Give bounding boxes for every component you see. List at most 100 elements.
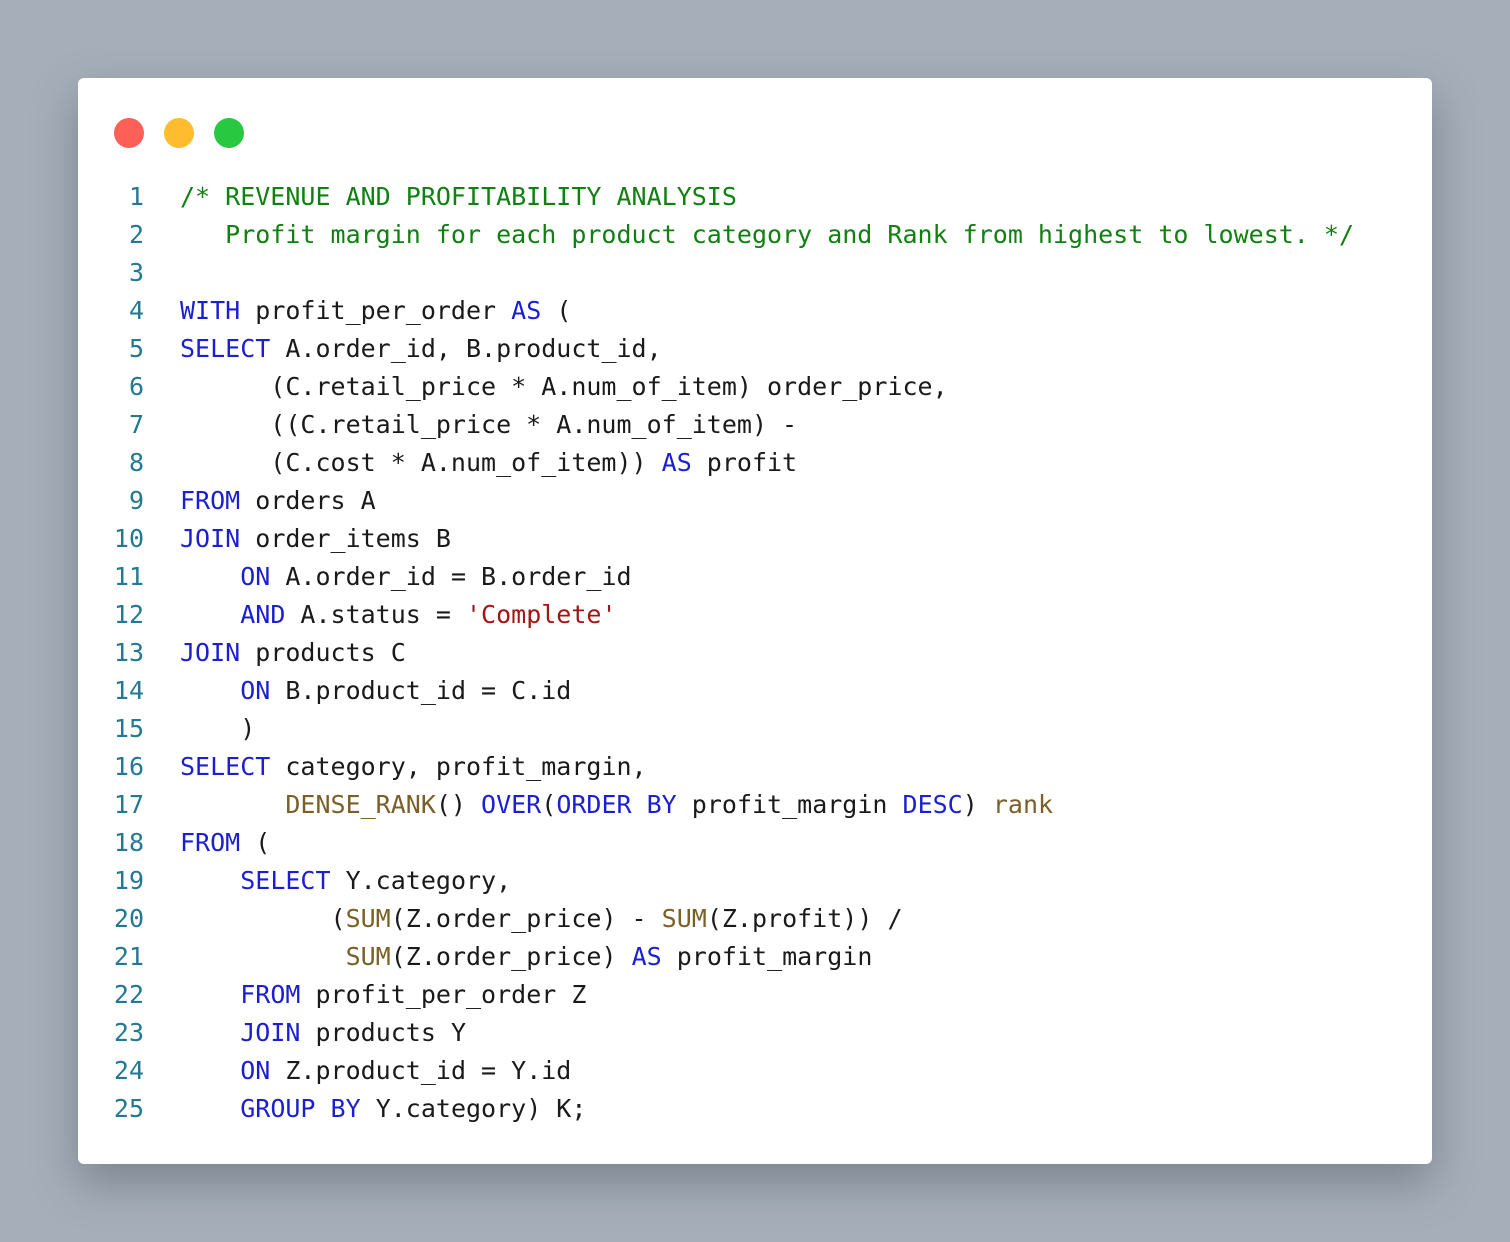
- line-number: 11: [113, 562, 144, 591]
- line-number: 14: [113, 676, 144, 705]
- code-token: AS: [631, 942, 662, 971]
- code-text: ON A.order_id = B.order_id: [180, 558, 632, 596]
- code-token: ON: [240, 1056, 271, 1085]
- code-token: FROM: [180, 486, 241, 515]
- code-text: JOIN order_items B: [180, 520, 451, 558]
- code-token: SELECT: [180, 752, 271, 781]
- line-number: 15: [113, 714, 144, 743]
- code-text: FROM profit_per_order Z: [180, 976, 586, 1014]
- code-token: orders A: [240, 486, 376, 515]
- code-token: (): [435, 790, 482, 819]
- code-token: Profit margin for each product category …: [180, 220, 1354, 249]
- code-token: (: [541, 790, 557, 819]
- code-token: SELECT: [240, 866, 331, 895]
- code-text: ((C.retail_price * A.num_of_item) -: [180, 406, 797, 444]
- line-number: 21: [113, 942, 144, 971]
- code-text: AND A.status = 'Complete': [180, 596, 616, 634]
- line-number: 18: [113, 828, 144, 857]
- code-token: rank: [992, 790, 1054, 819]
- line-number: 16: [113, 752, 144, 781]
- code-token: ((C.retail_price * A.num_of_item) -: [180, 410, 798, 439]
- code-token: B.product_id = C.id: [270, 676, 572, 705]
- code-token: (Z.order_price): [390, 942, 632, 971]
- code-token: GROUP BY: [240, 1094, 361, 1123]
- code-token: (Z.order_price) -: [390, 904, 662, 933]
- code-line: 16 SELECT category, profit_margin,: [78, 748, 1432, 786]
- code-token: profit: [691, 448, 798, 477]
- line-number: 4: [128, 296, 144, 325]
- code-token: SUM: [345, 904, 391, 933]
- code-line: 8 (C.cost * A.num_of_item)) AS profit: [78, 444, 1432, 482]
- code-token: category, profit_margin,: [270, 752, 647, 781]
- minimize-button[interactable]: [164, 118, 194, 148]
- code-line: 4 WITH profit_per_order AS (: [78, 292, 1432, 330]
- code-token: JOIN: [180, 638, 241, 667]
- code-token: /* REVENUE AND PROFITABILITY ANALYSIS: [180, 182, 737, 211]
- code-token: AND: [240, 600, 286, 629]
- code-line: 19 SELECT Y.category,: [78, 862, 1432, 900]
- code-token: SUM: [345, 942, 391, 971]
- code-line: 18 FROM (: [78, 824, 1432, 862]
- code-token: A.status =: [285, 600, 466, 629]
- code-text: GROUP BY Y.category) K;: [180, 1090, 586, 1128]
- code-line: 20 (SUM(Z.order_price) - SUM(Z.profit)) …: [78, 900, 1432, 938]
- code-token: JOIN: [240, 1018, 301, 1047]
- code-text: FROM orders A: [180, 482, 376, 520]
- code-line: 22 FROM profit_per_order Z: [78, 976, 1432, 1014]
- code-line: 1 /* REVENUE AND PROFITABILITY ANALYSIS: [78, 178, 1432, 216]
- line-number: 22: [113, 980, 144, 1009]
- code-token: SELECT: [180, 334, 271, 363]
- code-token: Y.category,: [330, 866, 512, 895]
- code-token: (: [541, 296, 572, 325]
- code-line: 11 ON A.order_id = B.order_id: [78, 558, 1432, 596]
- code-token: profit_margin: [661, 942, 873, 971]
- code-token: FROM: [240, 980, 301, 1009]
- code-text: ON Z.product_id = Y.id: [180, 1052, 571, 1090]
- line-number: 2: [128, 220, 144, 249]
- code-line: 12 AND A.status = 'Complete': [78, 596, 1432, 634]
- line-number: 1: [128, 182, 144, 211]
- code-text: FROM (: [180, 824, 270, 862]
- code-line: 5 SELECT A.order_id, B.product_id,: [78, 330, 1432, 368]
- code-text: JOIN products Y: [180, 1014, 466, 1052]
- window-controls: [114, 118, 244, 148]
- code-line: 7 ((C.retail_price * A.num_of_item) -: [78, 406, 1432, 444]
- code-token: profit_per_order: [240, 296, 512, 325]
- code-token: AS: [511, 296, 542, 325]
- line-number: 19: [113, 866, 144, 895]
- code-token: SUM: [661, 904, 707, 933]
- line-number: 5: [128, 334, 144, 363]
- code-token: ): [962, 790, 993, 819]
- line-number: 8: [128, 448, 144, 477]
- line-number: 6: [128, 372, 144, 401]
- code-token: ): [180, 714, 256, 743]
- code-token: OVER: [481, 790, 542, 819]
- line-number: 7: [128, 410, 144, 439]
- code-text: /* REVENUE AND PROFITABILITY ANALYSIS: [180, 178, 737, 216]
- code-line: 9 FROM orders A: [78, 482, 1432, 520]
- zoom-button[interactable]: [214, 118, 244, 148]
- code-window: 1 /* REVENUE AND PROFITABILITY ANALYSIS 2 …: [78, 78, 1432, 1164]
- line-number: 20: [113, 904, 144, 933]
- code-token: DENSE_RANK: [285, 790, 436, 819]
- close-button[interactable]: [114, 118, 144, 148]
- line-number: 13: [113, 638, 144, 667]
- code-text: Profit margin for each product category …: [180, 216, 1354, 254]
- code-line: 13 JOIN products C: [78, 634, 1432, 672]
- line-number: 25: [113, 1094, 144, 1123]
- line-number: 17: [113, 790, 144, 819]
- code-line: 15 ): [78, 710, 1432, 748]
- code-line: 17 DENSE_RANK() OVER(ORDER BY profit_mar…: [78, 786, 1432, 824]
- code-token: A.order_id = B.order_id: [270, 562, 632, 591]
- code-token: AS: [661, 448, 692, 477]
- code-editor[interactable]: 1 /* REVENUE AND PROFITABILITY ANALYSIS 2 …: [78, 178, 1432, 1128]
- line-number: 10: [113, 524, 144, 553]
- code-token: (C.cost * A.num_of_item)): [180, 448, 662, 477]
